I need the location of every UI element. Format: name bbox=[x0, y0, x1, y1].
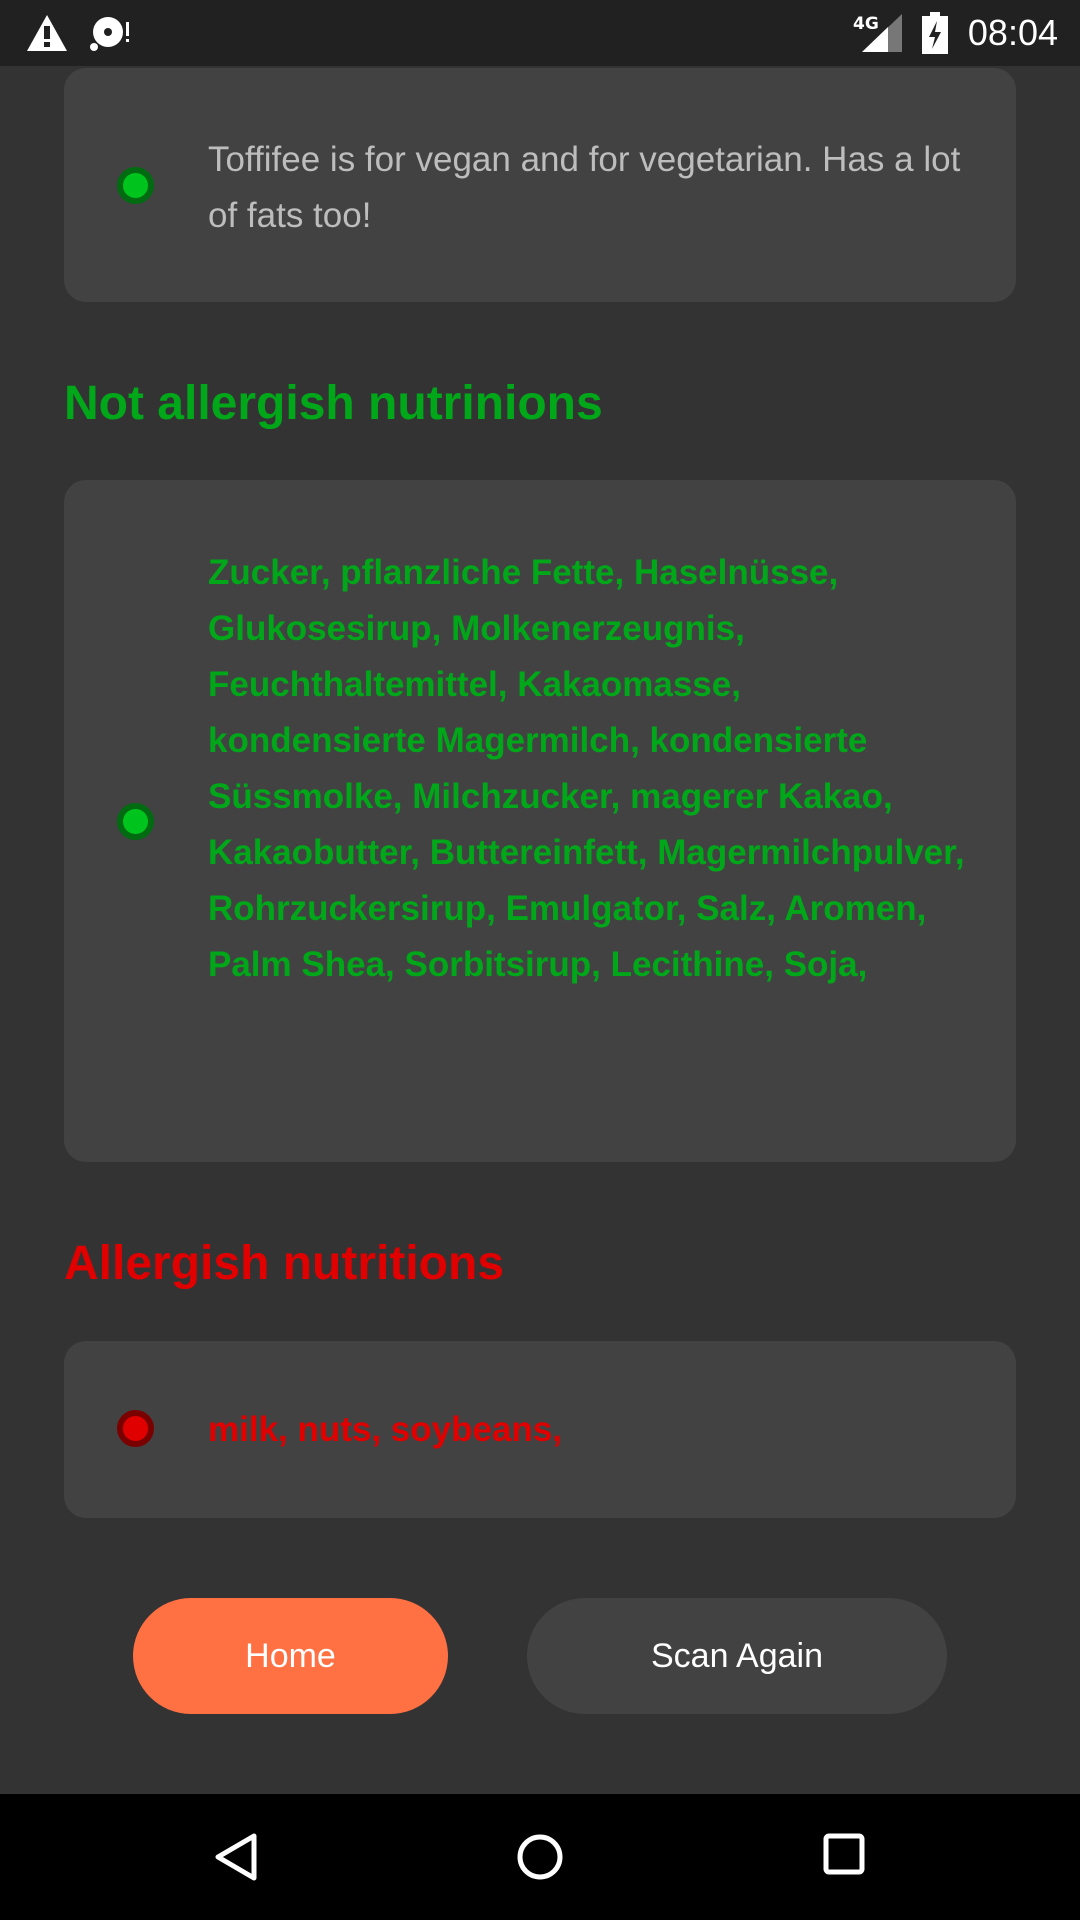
battery-charging-icon bbox=[922, 12, 948, 54]
status-dot-green bbox=[117, 167, 154, 204]
recents-icon[interactable] bbox=[822, 1832, 866, 1876]
home-icon[interactable] bbox=[515, 1832, 565, 1882]
status-dot-green bbox=[117, 803, 154, 840]
back-icon[interactable] bbox=[212, 1832, 262, 1882]
status-dot-red bbox=[117, 1410, 154, 1447]
not-allergic-heading: Not allergish nutrinions bbox=[64, 377, 603, 430]
clock: 08:04 bbox=[967, 12, 1058, 53]
navigation-bar bbox=[0, 1794, 1080, 1920]
warning-icon bbox=[27, 15, 67, 51]
not-allergic-text: Zucker, pflanzliche Fette, Haselnüsse, G… bbox=[208, 553, 965, 984]
status-bar: 4G 08:04 bbox=[0, 0, 1080, 66]
summary-text: Toffifee is for vegan and for vegetarian… bbox=[208, 140, 961, 235]
signal-icon bbox=[862, 14, 902, 52]
scan-again-button[interactable]: Scan Again bbox=[527, 1598, 947, 1714]
allergic-text: milk, nuts, soybeans, bbox=[208, 1410, 562, 1449]
disc-alert-icon bbox=[90, 17, 129, 51]
home-button[interactable]: Home bbox=[133, 1598, 448, 1714]
allergic-heading: Allergish nutritions bbox=[64, 1237, 505, 1290]
